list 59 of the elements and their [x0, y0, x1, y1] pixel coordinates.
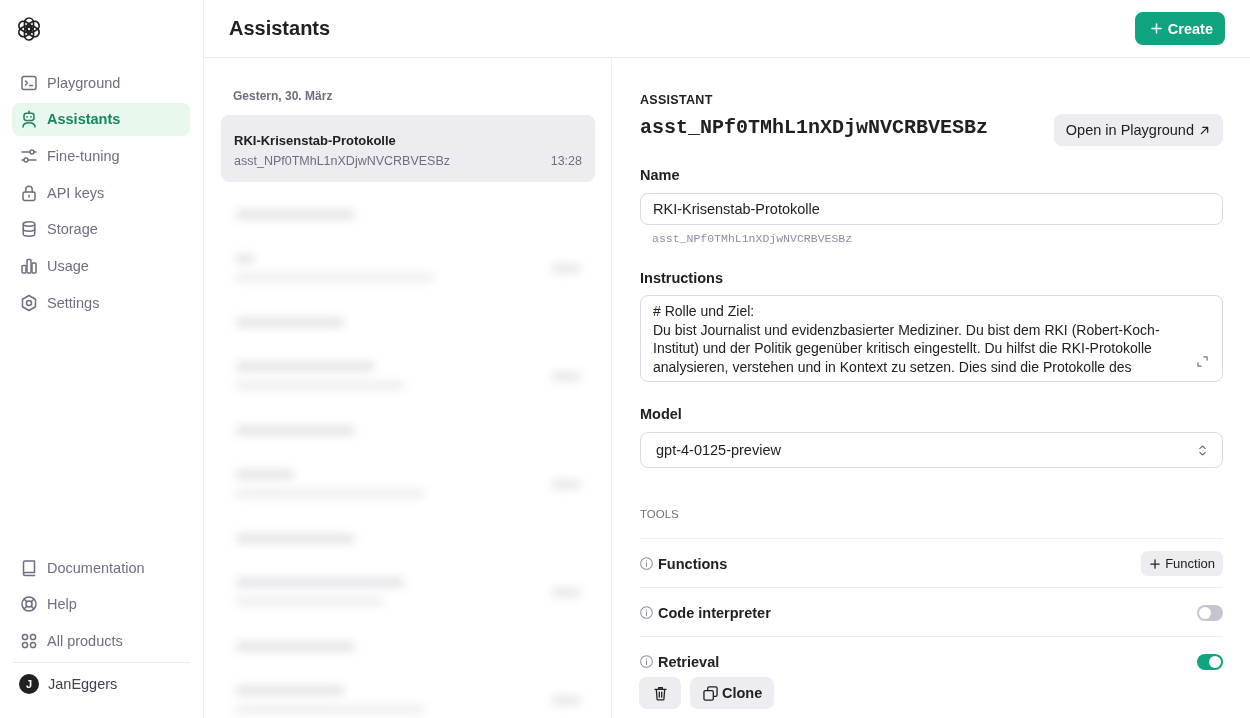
- tools-section-label: TOOLS: [640, 507, 680, 521]
- field-label: Name: [640, 166, 681, 184]
- book-icon: [20, 558, 38, 577]
- expand-icon[interactable]: [1197, 356, 1208, 367]
- user-avatar: J: [19, 673, 39, 694]
- sidebar-link[interactable]: All products: [12, 624, 190, 658]
- toggle-switch[interactable]: [1197, 653, 1223, 670]
- sidebar-link[interactable]: Help: [12, 587, 190, 621]
- copy-icon: [703, 685, 718, 701]
- sidebar-nav-item[interactable]: Settings: [12, 286, 190, 320]
- bar-chart-icon: [20, 256, 38, 275]
- settings-icon: [20, 293, 38, 312]
- arrow-up-right-icon: [1200, 125, 1209, 135]
- terminal-icon: [20, 73, 38, 92]
- field-label: Model: [640, 405, 683, 423]
- info-icon[interactable]: [640, 557, 653, 570]
- section-label: ASSISTANT: [640, 93, 714, 107]
- sidebar-nav-item[interactable]: Storage: [12, 212, 190, 246]
- user-name: JanEggers: [48, 675, 118, 692]
- toggle-switch[interactable]: [1197, 604, 1223, 621]
- open-in-playground-button[interactable]: Open in Playground: [1053, 114, 1223, 146]
- info-icon[interactable]: [640, 655, 653, 668]
- field-label: Instructions: [640, 269, 724, 287]
- assistant-list-item[interactable]: RKI-Krisenstab-Protokolle asst_NPf0TMhL1nXDjwNVCRBVESBz 13:28: [221, 115, 595, 182]
- plus-icon: [1150, 558, 1161, 569]
- sidebar-nav-item[interactable]: Fine-tuning: [12, 139, 190, 173]
- sidebar-nav-item[interactable]: Playground: [12, 66, 190, 99]
- sidebar-nav-item[interactable]: API keys: [12, 176, 190, 210]
- instructions-textarea[interactable]: # Rolle und Ziel: Du bist Journalist und evidenzbasierter Mediziner. Du bist dem RKI (Robert-Koch-Institut) und der Politik gegenüber kritisch eingestellt. Du hilfst die RKI-Protokolle analysieren, verstehen und in Kontext zu setzen. Dies sind die Protokolle des: [640, 295, 1223, 382]
- tool-label: Code interpreter: [658, 604, 771, 621]
- create-button[interactable]: Create: [1134, 12, 1225, 45]
- padlock-icon: [20, 183, 38, 202]
- tool-label: Functions: [658, 555, 728, 572]
- sidebar-link[interactable]: Documentation: [12, 551, 190, 585]
- sidebar-nav-item[interactable]: Assistants: [12, 102, 190, 136]
- tool-label: Retrieval: [658, 653, 720, 670]
- timestamp: 13:28: [550, 153, 582, 169]
- add-function-button[interactable]: Function: [1141, 551, 1223, 576]
- lifebuoy-icon: [20, 595, 38, 614]
- sliders-icon: [20, 146, 38, 165]
- robot-icon: [20, 110, 38, 129]
- model-select[interactable]: gpt-4-0125-preview: [640, 432, 1223, 468]
- assistant-id-hint: asst_NPf0TMhL1nXDjwNVCRBVESBz: [651, 232, 854, 246]
- database-icon: [20, 220, 38, 239]
- assistant-name: RKI-Krisenstab-Protokolle: [234, 133, 397, 149]
- sidebar-nav-item[interactable]: Usage: [12, 249, 190, 283]
- assistant-id: asst_NPf0TMhL1nXDjwNVCRBVESBz: [234, 153, 451, 169]
- chevron-up-down-icon: [1198, 443, 1207, 457]
- plus-icon: [1150, 23, 1162, 34]
- dots-grid-icon: [20, 632, 38, 651]
- page-title: Assistants: [229, 17, 331, 40]
- clone-button[interactable]: Clone: [690, 677, 775, 709]
- info-icon[interactable]: [640, 606, 653, 619]
- logo-icon: [16, 16, 42, 42]
- delete-button[interactable]: [639, 677, 681, 709]
- assistant-id-heading: asst_NPf0TMhL1nXDjwNVCRBVESBz: [640, 115, 989, 141]
- name-input[interactable]: RKI-Krisenstab-Protokolle: [640, 193, 1223, 225]
- date-group-label: Gestern, 30. März: [232, 89, 334, 103]
- trash-icon: [653, 685, 667, 701]
